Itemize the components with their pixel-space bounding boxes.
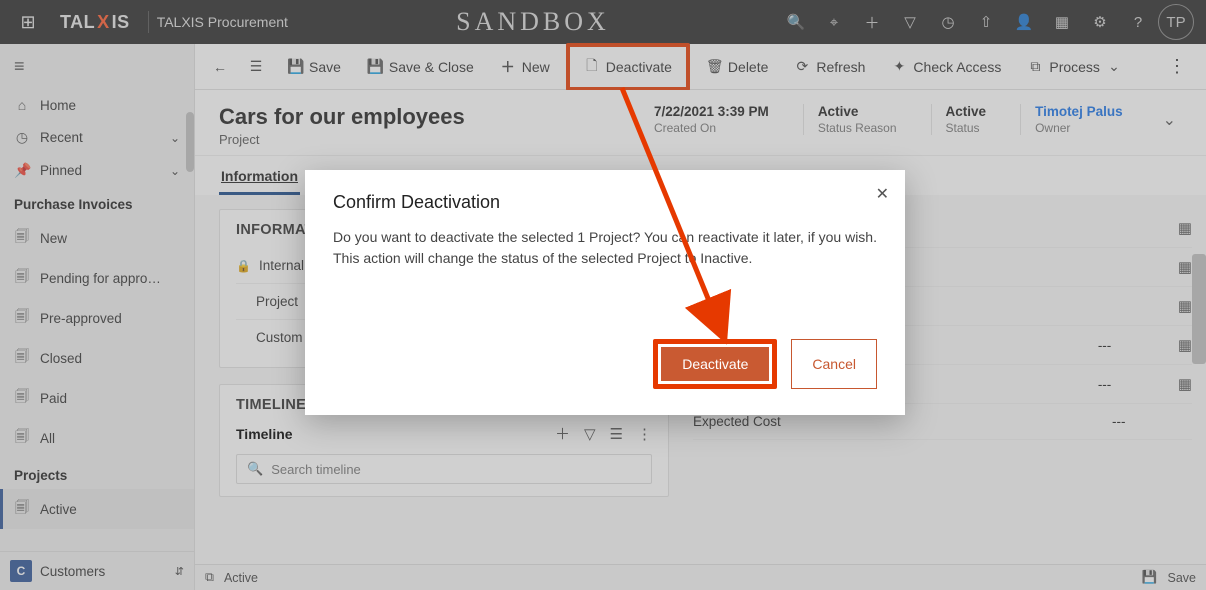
annotation-highlight-confirm: Deactivate [653, 339, 777, 389]
dialog-body: Do you want to deactivate the selected 1… [333, 227, 877, 269]
dialog-deactivate-button[interactable]: Deactivate [661, 347, 769, 381]
dialog-close-button[interactable]: ✕ [876, 184, 889, 204]
confirm-deactivation-dialog: ✕ Confirm Deactivation Do you want to de… [305, 170, 905, 415]
dialog-title: Confirm Deactivation [333, 192, 877, 213]
dialog-cancel-button[interactable]: Cancel [791, 339, 877, 389]
